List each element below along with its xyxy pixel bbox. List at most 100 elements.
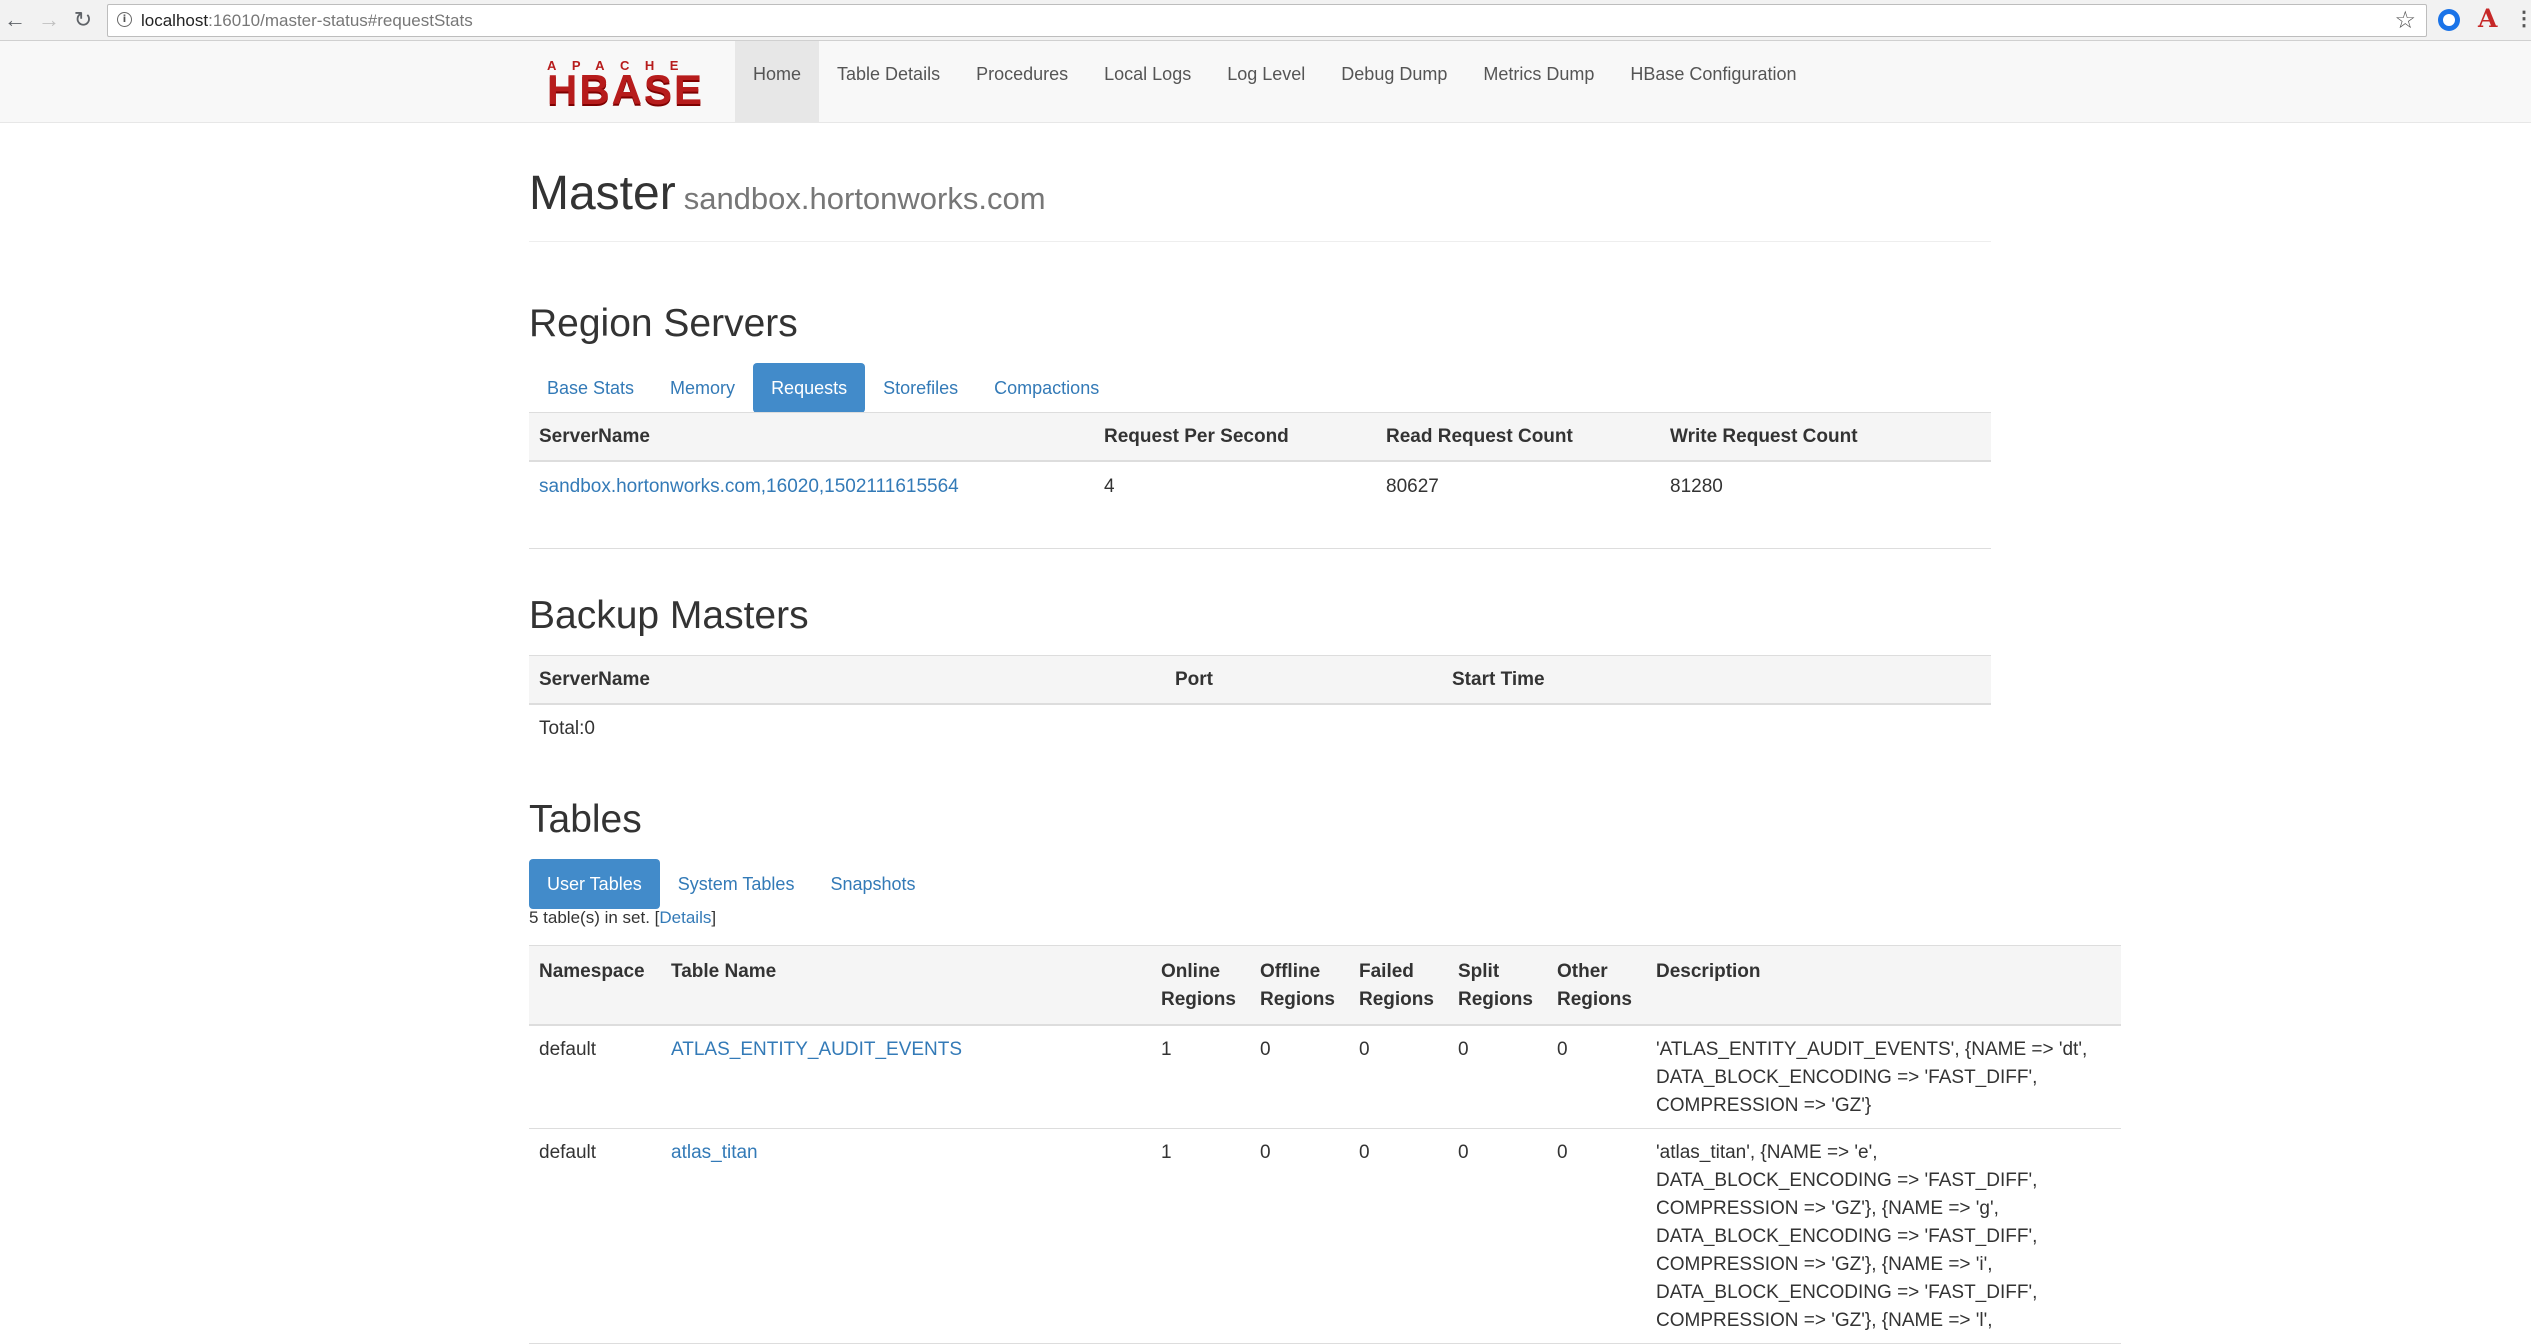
page-header: Master sandbox.hortonworks.com bbox=[529, 166, 1991, 242]
nav-metrics-dump[interactable]: Metrics Dump bbox=[1465, 41, 1612, 122]
table-name-cell: ATLAS_ENTITY_AUDIT_EVENTS bbox=[661, 1025, 1151, 1129]
hbase-logo[interactable]: APACHE HBASE bbox=[547, 59, 717, 113]
master-hostname: sandbox.hortonworks.com bbox=[683, 181, 1046, 216]
description-cell: 'atlas_titan', {NAME => 'e', DATA_BLOCK_… bbox=[1646, 1128, 2121, 1344]
region-servers-table: ServerName Request Per Second Read Reque… bbox=[529, 412, 1991, 511]
column-header-description: Description bbox=[1646, 945, 2121, 1026]
column-header: ServerName bbox=[529, 412, 1094, 462]
description-line: 'ATLAS_ENTITY_AUDIT_EVENTS', {NAME => 'd… bbox=[1656, 1039, 2088, 1060]
section-divider bbox=[529, 548, 1991, 549]
tab-user-tables[interactable]: User Tables bbox=[529, 859, 660, 909]
column-header: ServerName bbox=[529, 655, 1165, 705]
nav-table-details[interactable]: Table Details bbox=[819, 41, 958, 122]
column-header: Request Per Second bbox=[1094, 412, 1376, 462]
table-name-link[interactable]: ATLAS_ENTITY_AUDIT_EVENTS bbox=[671, 1039, 962, 1060]
description-cell: 'ATLAS_ENTITY_AUDIT_EVENTS', {NAME => 'd… bbox=[1646, 1025, 2121, 1129]
browser-toolbar: ← → ↻ i localhost:16010/master-status#re… bbox=[0, 0, 2531, 41]
backup-masters-total: Total:0 bbox=[539, 718, 595, 739]
table-row: default ATLAS_ENTITY_AUDIT_EVENTS 1 0 0 … bbox=[529, 1025, 2121, 1129]
table-header-row: Namespace Table Name Online Regions Offli… bbox=[529, 945, 2121, 1026]
details-link[interactable]: Details bbox=[659, 908, 711, 927]
nav-links: Home Table Details Procedures Local Logs… bbox=[735, 41, 1814, 122]
description-line: DATA_BLOCK_ENCODING => 'FAST_DIFF', bbox=[1656, 1282, 2038, 1303]
backup-masters-table: ServerName Port Start Time bbox=[529, 655, 1991, 705]
column-header-namespace: Namespace bbox=[529, 945, 661, 1026]
table-name-cell: atlas_titan bbox=[661, 1128, 1151, 1344]
tab-base-stats[interactable]: Base Stats bbox=[529, 363, 652, 413]
column-header: Port bbox=[1165, 655, 1442, 705]
online-regions-cell: 1 bbox=[1151, 1025, 1250, 1129]
back-icon[interactable]: ← bbox=[0, 5, 30, 35]
description-line: COMPRESSION => 'GZ'}, {NAME => 'i', bbox=[1656, 1254, 1993, 1275]
namespace-cell: default bbox=[529, 1128, 661, 1344]
tables-heading: Tables bbox=[529, 798, 642, 841]
tab-memory[interactable]: Memory bbox=[652, 363, 753, 413]
split-regions-cell: 0 bbox=[1448, 1025, 1547, 1129]
namespace-cell: default bbox=[529, 1025, 661, 1129]
url-host: localhost bbox=[141, 11, 209, 30]
write-request-count-cell: 81280 bbox=[1670, 475, 1723, 497]
nav-procedures[interactable]: Procedures bbox=[958, 41, 1086, 122]
other-regions-cell: 0 bbox=[1547, 1128, 1646, 1344]
url-text[interactable]: localhost:16010/master-status#requestSta… bbox=[141, 11, 473, 31]
tab-storefiles[interactable]: Storefiles bbox=[865, 363, 976, 413]
tab-requests[interactable]: Requests bbox=[753, 363, 866, 413]
read-request-count-cell: 80627 bbox=[1386, 475, 1439, 497]
region-servers-tabs: Base Stats Memory Requests Storefiles Co… bbox=[529, 363, 1117, 413]
table-row: default atlas_titan 1 0 0 0 0 'atlas_tit… bbox=[529, 1128, 2121, 1344]
other-regions-cell: 0 bbox=[1547, 1025, 1646, 1129]
extension-icon[interactable] bbox=[2438, 9, 2460, 31]
address-bar[interactable]: i localhost:16010/master-status#requestS… bbox=[107, 4, 2427, 37]
description-line: 'atlas_titan', {NAME => 'e', bbox=[1656, 1142, 1878, 1163]
navbar: APACHE HBASE Home Table Details Procedur… bbox=[0, 41, 2531, 123]
column-header: Write Request Count bbox=[1660, 412, 1991, 462]
column-header-table-name: Table Name bbox=[661, 945, 1151, 1026]
description-line: DATA_BLOCK_ENCODING => 'FAST_DIFF', bbox=[1656, 1170, 2038, 1191]
column-header-online-regions: Online Regions bbox=[1151, 945, 1250, 1026]
tables-count-suffix: ] bbox=[711, 908, 717, 927]
page-title-text: Master bbox=[529, 167, 676, 220]
tab-system-tables[interactable]: System Tables bbox=[660, 859, 813, 909]
acrobat-extension-icon[interactable]: A bbox=[2478, 4, 2497, 33]
column-header-other-regions: Other Regions bbox=[1547, 945, 1646, 1026]
column-header-failed-regions: Failed Regions bbox=[1349, 945, 1448, 1026]
failed-regions-cell: 0 bbox=[1349, 1128, 1448, 1344]
nav-home[interactable]: Home bbox=[735, 41, 820, 122]
url-path: :16010/master-status#requestStats bbox=[208, 11, 473, 30]
browser-menu-icon[interactable]: ⋮ bbox=[2514, 6, 2531, 31]
description-line: COMPRESSION => 'GZ'}, {NAME => 'l', bbox=[1656, 1310, 1993, 1331]
table-header-row: ServerName Port Start Time bbox=[529, 655, 1991, 705]
nav-hbase-configuration[interactable]: HBase Configuration bbox=[1612, 41, 1814, 122]
table-header-row: ServerName Request Per Second Read Reque… bbox=[529, 412, 1991, 462]
logo-hbase-text: HBASE bbox=[547, 66, 705, 113]
tables-count: 5 table(s) in set. [Details] bbox=[529, 908, 716, 928]
failed-regions-cell: 0 bbox=[1349, 1025, 1448, 1129]
split-regions-cell: 0 bbox=[1448, 1128, 1547, 1344]
reload-icon[interactable]: ↻ bbox=[68, 5, 98, 35]
table-name-link[interactable]: atlas_titan bbox=[671, 1142, 758, 1163]
column-header: Start Time bbox=[1442, 655, 1991, 705]
backup-masters-heading: Backup Masters bbox=[529, 594, 809, 637]
column-header-offline-regions: Offline Regions bbox=[1250, 945, 1349, 1026]
offline-regions-cell: 0 bbox=[1250, 1025, 1349, 1129]
server-name-link[interactable]: sandbox.hortonworks.com,16020,1502111615… bbox=[539, 476, 959, 497]
nav-local-logs[interactable]: Local Logs bbox=[1086, 41, 1209, 122]
user-tables-table: Namespace Table Name Online Regions Offli… bbox=[529, 945, 2121, 1344]
online-regions-cell: 1 bbox=[1151, 1128, 1250, 1344]
tab-snapshots[interactable]: Snapshots bbox=[812, 859, 933, 909]
description-line: DATA_BLOCK_ENCODING => 'FAST_DIFF', bbox=[1656, 1067, 2038, 1088]
tables-tabs: User Tables System Tables Snapshots bbox=[529, 859, 934, 909]
nav-log-level[interactable]: Log Level bbox=[1209, 41, 1323, 122]
forward-icon[interactable]: → bbox=[34, 5, 64, 35]
tab-compactions[interactable]: Compactions bbox=[976, 363, 1117, 413]
server-name-cell: sandbox.hortonworks.com,16020,1502111615… bbox=[529, 461, 1094, 511]
column-header-split-regions: Split Regions bbox=[1448, 945, 1547, 1026]
request-per-second-cell: 4 bbox=[1104, 475, 1115, 497]
tables-count-text: 5 table(s) in set. [ bbox=[529, 908, 660, 927]
description-line: COMPRESSION => 'GZ'} bbox=[1656, 1095, 1872, 1116]
region-servers-heading: Region Servers bbox=[529, 302, 798, 345]
nav-debug-dump[interactable]: Debug Dump bbox=[1323, 41, 1465, 122]
bookmark-star-icon[interactable]: ☆ bbox=[2394, 6, 2416, 35]
info-icon[interactable]: i bbox=[117, 12, 132, 27]
page-title: Master sandbox.hortonworks.com bbox=[529, 166, 1046, 221]
